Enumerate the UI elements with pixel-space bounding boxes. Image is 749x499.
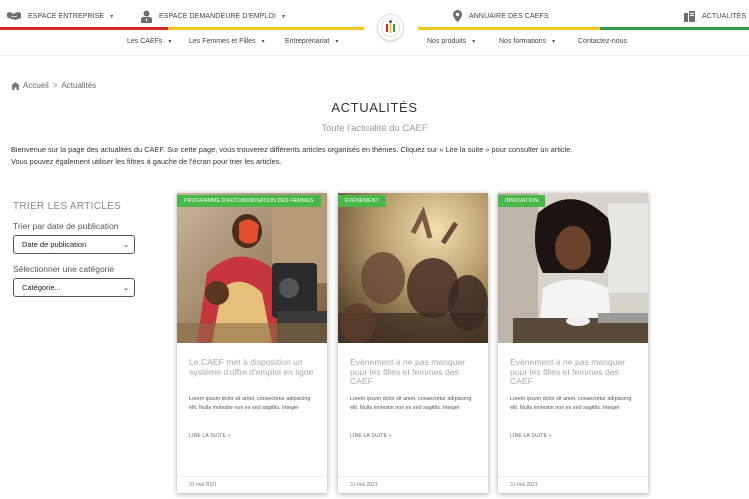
top-bar: ESPACE ENTREPRISE ▾ ESPACE DEMANDEURE D'… [0, 0, 749, 31]
nav-item-les-caefs[interactable]: Les CAEFs ▾ [127, 38, 171, 45]
nav-item-label: Les Femmes et Filles [189, 38, 256, 45]
newspaper-icon [684, 10, 695, 22]
intro-line: Bienvenue sur la page des actualités du … [11, 145, 573, 154]
annuaire-label: ANNUAIRE DES CAEFS [469, 12, 549, 20]
user-tie-icon [141, 10, 152, 23]
chevron-down-icon: ▾ [335, 39, 339, 45]
article-excerpt: Lorem ipsum dolor sit amet, consectetur … [189, 396, 311, 411]
breadcrumb-separator: > [52, 81, 58, 90]
seamstress-photo[interactable] [177, 193, 327, 343]
chevron-down-icon: ⌄ [123, 242, 129, 249]
espace-demandeur-menu[interactable]: ESPACE DEMANDEURE D'EMPLOI ▾ [141, 8, 285, 24]
nav-item-label: Nos formations [499, 38, 547, 45]
filters-title: TRIER LES ARTICLES [13, 201, 122, 212]
main-nav: Les CAEFs ▾ Les Femmes et Filles ▾ Entrepr… [0, 31, 749, 56]
annuaire-link[interactable]: ANNUAIRE DES CAEFS [453, 8, 549, 24]
chevron-down-icon: ▾ [110, 13, 114, 20]
breadcrumb-current: Actualités [61, 81, 97, 90]
card-footer: 31 mai 2021 [338, 476, 488, 493]
actualites-link[interactable]: ACTUALITÉS [684, 8, 746, 24]
article-card[interactable]: ÉVÉNEMENT Evènement à ne pas manquer pou… [338, 193, 488, 493]
map-marker-icon [453, 10, 462, 22]
read-more-link[interactable]: LIRE LA SUITE » [350, 433, 392, 439]
chevron-down-icon: ▾ [261, 39, 265, 45]
intro-text: Bienvenue sur la page des actualités du … [11, 144, 572, 168]
chevron-down-icon: ▾ [472, 39, 476, 45]
nav-item-label: Entreprenariat [285, 38, 330, 45]
actualites-label: ACTUALITÉS [702, 12, 747, 20]
article-date: 31 mai 2021 [510, 482, 538, 488]
article-title[interactable]: Evènement à ne pas manquer pour les fill… [510, 357, 640, 387]
home-icon[interactable] [11, 81, 20, 90]
nav-item-nos-formations[interactable]: Nos formations ▾ [499, 38, 555, 45]
page-subtitle: Toute l'actualité du CAEF [321, 123, 428, 134]
nav-item-entreprenariat[interactable]: Entreprenariat ▾ [285, 38, 338, 45]
crowd-photo[interactable] [338, 193, 488, 343]
article-card[interactable]: PROGRAMME D'AUTONOMISATION DES FEMMES Le… [177, 193, 327, 493]
nav-item-nos-produits[interactable]: Nos produits ▾ [427, 38, 475, 45]
nav-item-label: Nos produits [427, 38, 467, 45]
article-title[interactable]: Le CAEF met à disposition un système d'o… [189, 357, 319, 377]
page-title: ACTUALITÉS [331, 100, 418, 115]
chevron-down-icon: ▾ [168, 39, 172, 45]
woman-laptop-photo[interactable] [498, 193, 648, 343]
handshake-icon [7, 11, 21, 21]
caef-logo[interactable] [377, 14, 404, 41]
article-date: 31 mai 2021 [189, 482, 217, 488]
date-filter-label: Trier par date de publication [13, 221, 119, 231]
category-badge[interactable]: PROGRAMME D'AUTONOMISATION DES FEMMES [177, 195, 321, 207]
flag-stripe-yellow-right [418, 27, 600, 30]
category-badge[interactable]: INNOVATION [498, 195, 546, 207]
category-filter-select[interactable]: Catégorie... ⌄ [13, 278, 135, 297]
nav-item-femmes-filles[interactable]: Les Femmes et Filles ▾ [189, 38, 265, 45]
espace-entreprise-menu[interactable]: ESPACE ENTREPRISE ▾ [7, 8, 113, 24]
chevron-down-icon: ▾ [282, 13, 286, 20]
chevron-down-icon: ⌄ [123, 285, 129, 292]
espace-entreprise-label: ESPACE ENTREPRISE [28, 12, 105, 20]
date-filter-select[interactable]: Date de publication ⌄ [13, 235, 135, 254]
nav-item-label: Contactez-nous [578, 38, 628, 45]
intro-line: Vous pouvez également utiliser les filtr… [11, 157, 282, 166]
date-filter-value: Date de publication [22, 240, 87, 249]
category-filter-label: Sélectionner une catégorie [13, 264, 115, 274]
read-more-link[interactable]: LIRE LA SUITE » [189, 433, 231, 439]
nav-item-contactez-nous[interactable]: Contactez-nous [578, 38, 627, 45]
category-filter-value: Catégorie... [22, 283, 61, 292]
card-footer: 31 mai 2021 [498, 476, 648, 493]
article-excerpt: Lorem ipsum dolor sit amet, consectetur … [350, 396, 472, 411]
article-date: 31 mai 2021 [350, 482, 378, 488]
nav-item-label: Les CAEFs [127, 38, 163, 45]
read-more-link[interactable]: LIRE LA SUITE » [510, 433, 552, 439]
article-excerpt: Lorem ipsum dolor sit amet, consectetur … [510, 396, 632, 411]
flag-stripe-red [0, 27, 168, 30]
chevron-down-icon: ▾ [552, 39, 556, 45]
breadcrumb-home-link[interactable]: Accueil [23, 81, 49, 90]
article-title[interactable]: Evènement à ne pas manquer pour les fill… [350, 357, 480, 387]
espace-demandeur-label: ESPACE DEMANDEURE D'EMPLOI [159, 12, 276, 20]
flag-stripe-yellow [168, 27, 364, 30]
card-footer: 31 mai 2021 [177, 476, 327, 493]
flag-stripe-green [600, 27, 749, 30]
article-card[interactable]: INNOVATION Evènement à ne pas manquer po… [498, 193, 648, 493]
category-badge[interactable]: ÉVÉNEMENT [338, 195, 386, 207]
logo-icon [381, 18, 400, 37]
breadcrumb: Accueil > Actualités [11, 81, 96, 90]
